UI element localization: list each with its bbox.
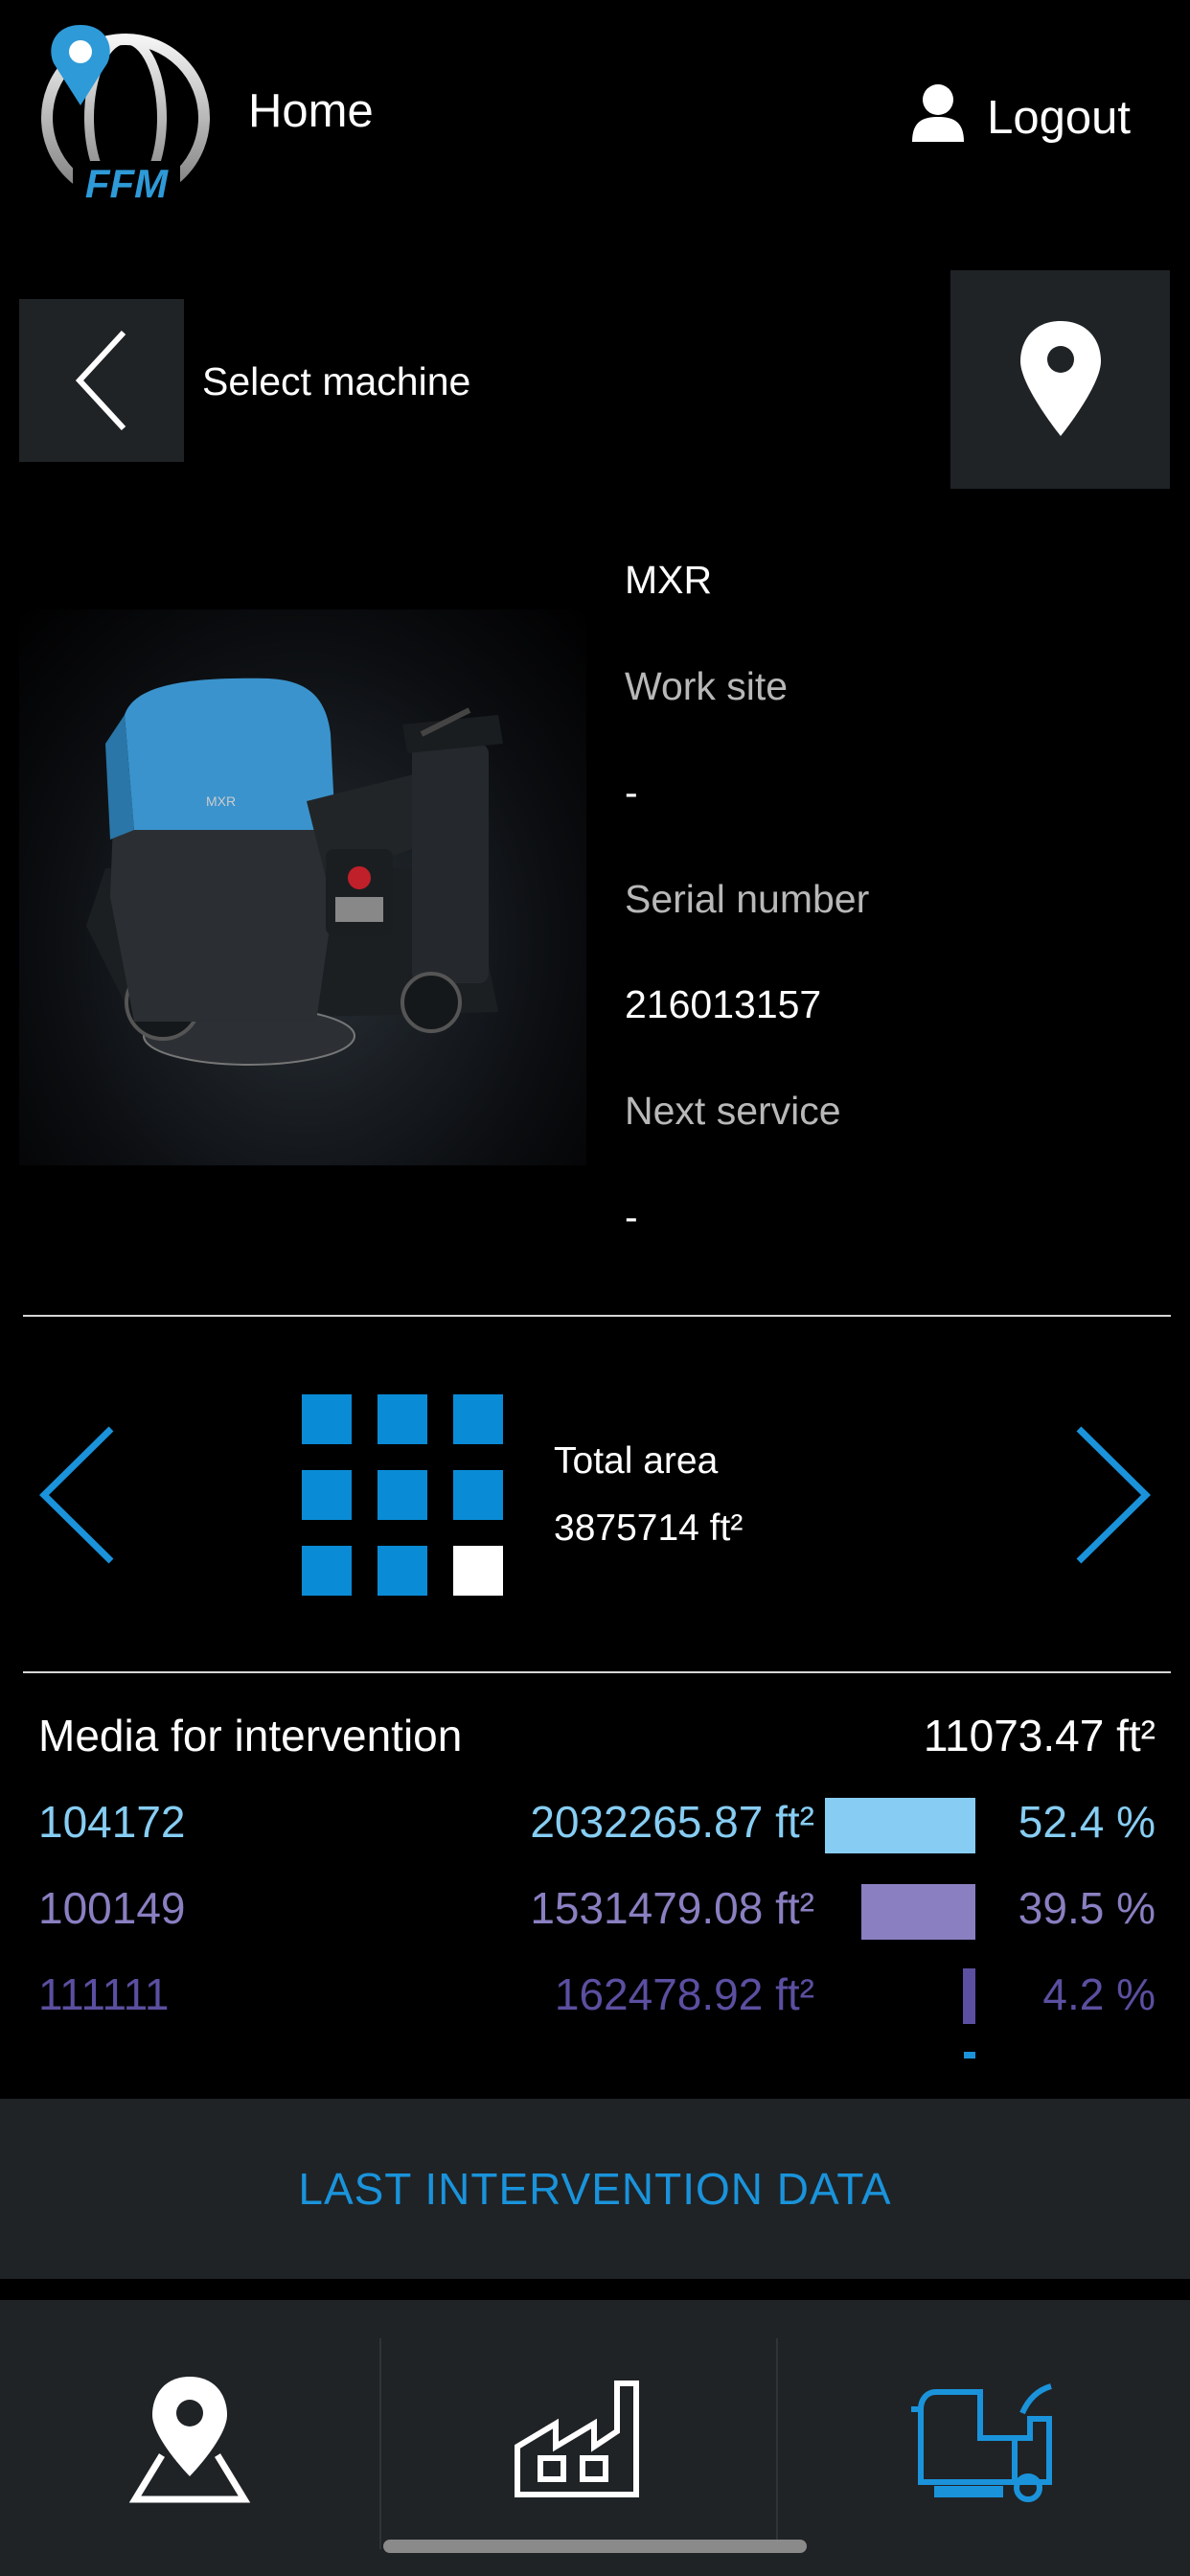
last-intervention-button[interactable]: LAST INTERVENTION DATA bbox=[0, 2099, 1190, 2279]
machine-photo: MXR bbox=[19, 610, 586, 1165]
share-bar bbox=[861, 1884, 975, 1940]
prev-stat-button[interactable] bbox=[36, 1423, 119, 1572]
media-total: 11073.47 ft² bbox=[923, 1711, 1156, 1760]
locate-button[interactable] bbox=[950, 270, 1170, 489]
svg-text:MXR: MXR bbox=[206, 794, 236, 809]
operator-area: 1531479.08 ft² bbox=[530, 1883, 814, 1933]
factory-icon bbox=[515, 2380, 639, 2497]
tab-factory[interactable] bbox=[381, 2300, 776, 2576]
map-pin-icon bbox=[128, 2377, 251, 2503]
work-site-value: - bbox=[625, 770, 638, 815]
total-area-label: Total area bbox=[554, 1440, 719, 1482]
tab-bar bbox=[0, 2300, 1190, 2576]
list-item: 111111 162478.92 ft² 4.2 % bbox=[0, 1968, 1190, 2045]
operator-id: 111111 bbox=[38, 1969, 170, 2019]
operator-area: 162478.92 ft² bbox=[554, 1969, 814, 2019]
share-bar bbox=[825, 1798, 975, 1853]
divider bbox=[23, 1671, 1171, 1673]
share-bar bbox=[963, 1968, 975, 2024]
next-service-value: - bbox=[625, 1195, 638, 1239]
tab-machine[interactable] bbox=[778, 2300, 1190, 2576]
serial-number-value: 216013157 bbox=[625, 982, 822, 1026]
back-button[interactable] bbox=[19, 299, 184, 462]
total-area-value: 3875714 ft² bbox=[554, 1507, 744, 1549]
chevron-left-icon bbox=[75, 330, 126, 431]
operator-area: 2032265.87 ft² bbox=[530, 1797, 814, 1847]
serial-number-label: Serial number bbox=[625, 877, 870, 921]
list-item: 104172 2032265.87 ft² 52.4 % bbox=[0, 1796, 1190, 1873]
divider bbox=[23, 1315, 1171, 1317]
ffm-logo: FFM bbox=[34, 17, 217, 209]
select-machine-label[interactable]: Select machine bbox=[202, 359, 470, 404]
home-link[interactable]: Home bbox=[248, 84, 374, 138]
next-service-label: Next service bbox=[625, 1089, 841, 1133]
map-pin-icon bbox=[1019, 321, 1101, 436]
logout-button[interactable]: Logout bbox=[910, 82, 1131, 153]
operator-percent: 4.2 % bbox=[1042, 1969, 1156, 2019]
operator-percent: 52.4 % bbox=[1018, 1797, 1156, 1847]
operator-id: 100149 bbox=[38, 1883, 186, 1933]
list-item: 100149 1531479.08 ft² 39.5 % bbox=[0, 1882, 1190, 1959]
scrubber-machine-icon bbox=[911, 2383, 1052, 2502]
work-site-label: Work site bbox=[625, 664, 789, 708]
scroll-indicator bbox=[964, 2052, 975, 2058]
area-grid-icon bbox=[302, 1394, 503, 1596]
logout-label: Logout bbox=[987, 92, 1131, 144]
user-icon bbox=[910, 82, 966, 153]
chevron-left-icon bbox=[39, 1426, 114, 1564]
media-title: Media for intervention bbox=[38, 1711, 463, 1760]
operator-percent: 39.5 % bbox=[1018, 1883, 1156, 1933]
tab-map[interactable] bbox=[0, 2300, 379, 2576]
operator-id: 104172 bbox=[38, 1797, 186, 1847]
chevron-right-icon bbox=[1076, 1426, 1151, 1564]
logo-text: FFM bbox=[85, 161, 169, 206]
machine-model: MXR bbox=[625, 558, 713, 602]
home-indicator bbox=[383, 2540, 807, 2553]
next-stat-button[interactable] bbox=[1071, 1423, 1154, 1572]
